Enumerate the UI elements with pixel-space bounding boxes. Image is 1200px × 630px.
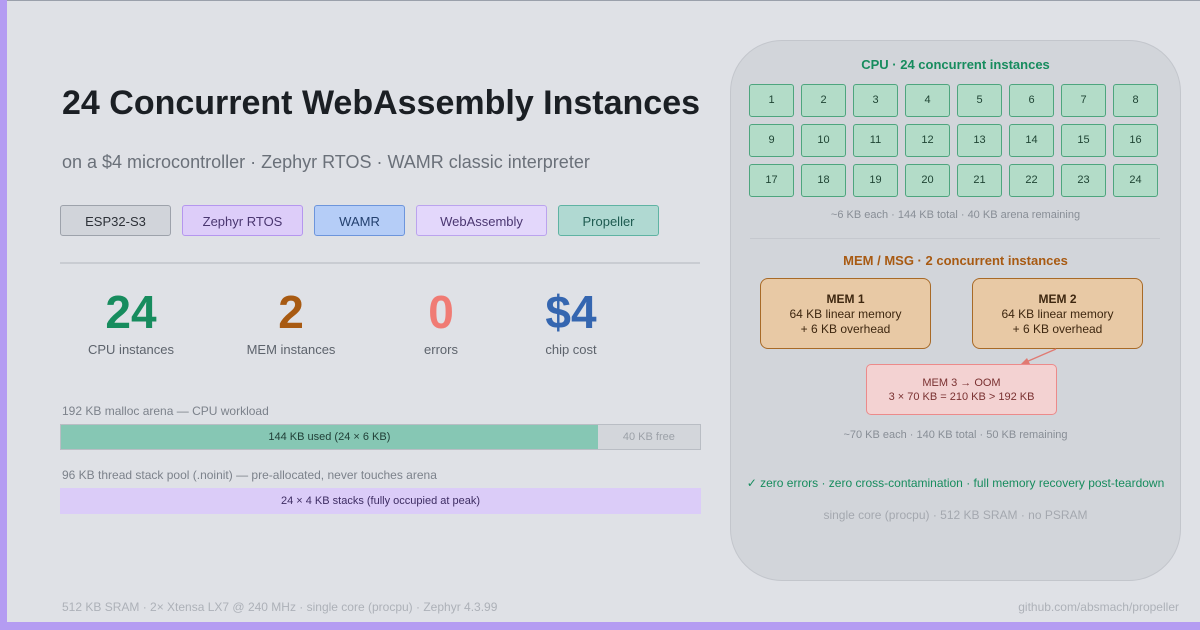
oom-title: MEM 3 → OOM <box>922 377 1001 389</box>
cpu-instance-cell: 20 <box>905 164 950 197</box>
mem-note: ~70 KB each · 140 KB total · 50 KB remai… <box>843 429 1068 441</box>
mem-instance-2: MEM 2 64 KB linear memory + 6 KB overhea… <box>972 278 1143 349</box>
tag-list: ESP32-S3 Zephyr RTOS WAMR WebAssembly Pr… <box>60 205 659 236</box>
cpu-instance-cell: 16 <box>1113 124 1158 157</box>
stat-value: 2 <box>278 286 304 338</box>
cpu-instance-cell: 1 <box>749 84 794 117</box>
section-divider <box>60 262 700 264</box>
cpu-instance-cell: 18 <box>801 164 846 197</box>
tag-esp32-s3: ESP32-S3 <box>60 205 171 236</box>
footer-specs: 512 KB SRAM · 2× Xtensa LX7 @ 240 MHz · … <box>62 600 498 614</box>
cpu-instance-cell: 10 <box>801 124 846 157</box>
cpu-note: ~6 KB each · 144 KB total · 40 KB arena … <box>830 209 1081 221</box>
stat-value: $4 <box>545 286 597 338</box>
cpu-instance-cell: 14 <box>1009 124 1054 157</box>
stat-label: chip cost <box>545 342 597 357</box>
tag-propeller: Propeller <box>558 205 659 236</box>
success-summary: ✓ zero errors · zero cross-contamination… <box>746 476 1165 490</box>
cpu-instance-cell: 8 <box>1113 84 1158 117</box>
footer-repo-link[interactable]: github.com/absmach/propeller <box>1018 600 1179 614</box>
cpu-instance-cell: 11 <box>853 124 898 157</box>
frame-bottom-accent <box>0 622 1200 630</box>
frame-left-accent <box>0 0 7 630</box>
cpu-instance-cell: 13 <box>957 124 1002 157</box>
mem-oom-box: MEM 3 → OOM 3 × 70 KB = 210 KB > 192 KB <box>866 364 1057 415</box>
cpu-instance-cell: 12 <box>905 124 950 157</box>
stat-value: 0 <box>428 286 454 338</box>
cpu-instance-cell: 17 <box>749 164 794 197</box>
mem-title: MEM 1 <box>826 292 865 306</box>
stat-label: CPU instances <box>88 342 174 357</box>
stat-errors: 0 errors <box>366 288 516 357</box>
cpu-instance-cell: 3 <box>853 84 898 117</box>
stat-cpu-instances: 24 CPU instances <box>56 288 206 357</box>
cpu-instance-cell: 23 <box>1061 164 1106 197</box>
cpu-instance-cell: 22 <box>1009 164 1054 197</box>
cpu-instance-cell: 7 <box>1061 84 1106 117</box>
cpu-instance-cell: 4 <box>905 84 950 117</box>
stat-mem-instances: 2 MEM instances <box>216 288 366 357</box>
stack-pool-caption: 96 KB thread stack pool (.noinit) — pre-… <box>62 468 437 482</box>
mem-line: + 6 KB overhead <box>1012 322 1103 336</box>
cpu-instance-cell: 15 <box>1061 124 1106 157</box>
arena-used-segment: 144 KB used (24 × 6 KB) <box>61 425 598 449</box>
cpu-instance-cell: 9 <box>749 124 794 157</box>
stat-value: 24 <box>105 286 157 338</box>
arena-usage-bar: 144 KB used (24 × 6 KB) 40 KB free <box>60 424 701 450</box>
page-subtitle: on a $4 microcontroller · Zephyr RTOS · … <box>62 152 590 172</box>
frame-top-line <box>0 0 1200 1</box>
mem-instance-1: MEM 1 64 KB linear memory + 6 KB overhea… <box>760 278 931 349</box>
mem-title: MEM 2 <box>1038 292 1077 306</box>
cpu-instance-grid: 1 2 3 4 5 6 7 8 9 10 11 12 13 14 15 16 17 18 19 20 21 22 23 24 <box>749 84 1158 197</box>
cpu-instance-cell: 6 <box>1009 84 1054 117</box>
tag-zephyr-rtos: Zephyr RTOS <box>182 205 303 236</box>
cpu-instance-cell: 2 <box>801 84 846 117</box>
cpu-heading: CPU · 24 concurrent instances <box>861 57 1050 72</box>
mem-line: + 6 KB overhead <box>800 322 891 336</box>
cpu-instance-cell: 5 <box>957 84 1002 117</box>
stat-label: MEM instances <box>246 342 336 357</box>
oom-detail: 3 × 70 KB = 210 KB > 192 KB <box>888 391 1035 403</box>
cpu-instance-cell: 21 <box>957 164 1002 197</box>
arena-caption: 192 KB malloc arena — CPU workload <box>62 404 269 418</box>
mem-line: 64 KB linear memory <box>1001 307 1114 321</box>
tag-webassembly: WebAssembly <box>416 205 547 236</box>
mem-heading: MEM / MSG · 2 concurrent instances <box>843 253 1068 268</box>
cpu-instance-cell: 24 <box>1113 164 1158 197</box>
page-title: 24 Concurrent WebAssembly Instances <box>62 84 701 122</box>
panel-divider <box>750 238 1160 239</box>
cpu-instance-cell: 19 <box>853 164 898 197</box>
arena-free-segment: 40 KB free <box>597 425 700 449</box>
mem-line: 64 KB linear memory <box>789 307 902 321</box>
stack-pool-bar: 24 × 4 KB stacks (fully occupied at peak… <box>60 488 701 514</box>
tag-wamr: WAMR <box>314 205 405 236</box>
stat-chip-cost: $4 chip cost <box>496 288 646 357</box>
stat-label: errors <box>424 342 458 357</box>
panel-footer: single core (procpu) · 512 KB SRAM · no … <box>823 508 1088 522</box>
